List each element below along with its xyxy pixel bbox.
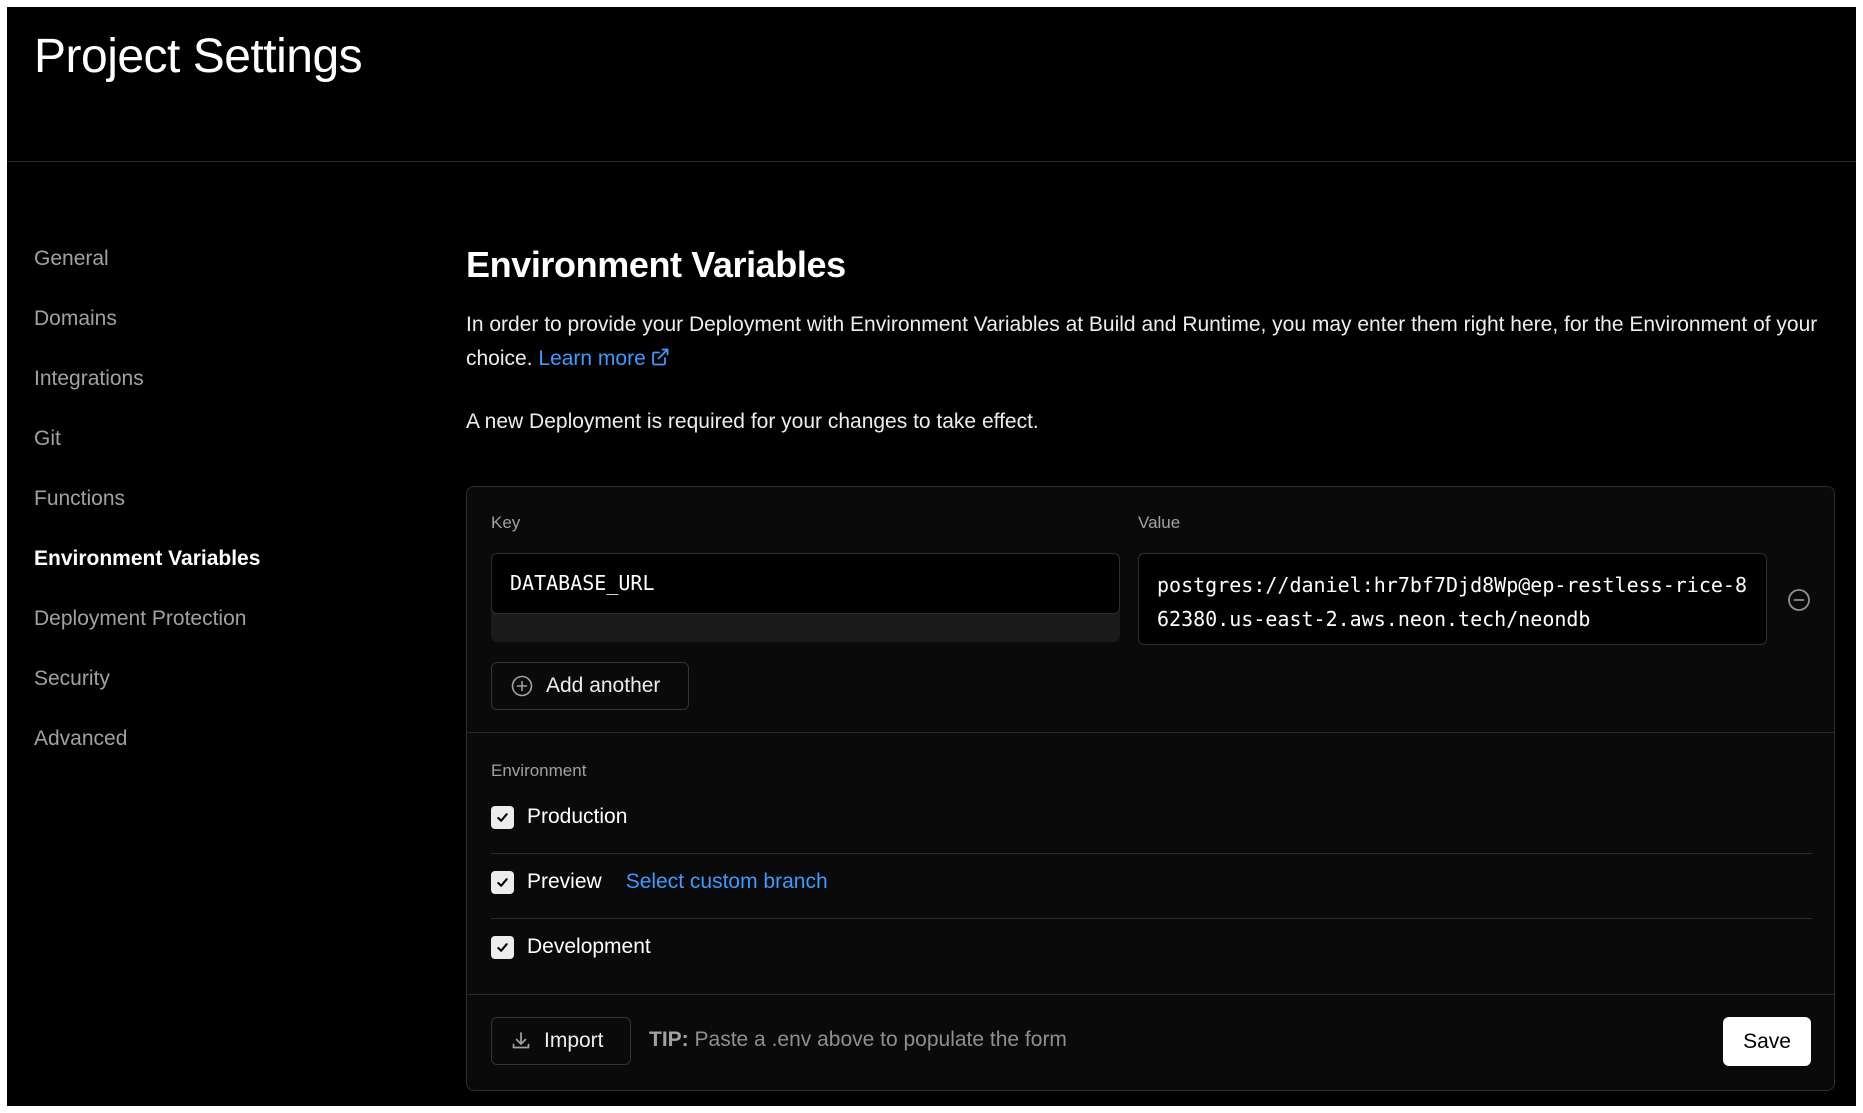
sidebar-item-general[interactable]: General [34, 244, 374, 304]
key-label: Key [491, 513, 521, 532]
select-custom-branch-link[interactable]: Select custom branch [626, 870, 828, 894]
save-button[interactable]: Save [1723, 1017, 1811, 1066]
sidebar-item-security[interactable]: Security [34, 664, 374, 724]
key-input[interactable]: DATABASE_URL [491, 553, 1120, 614]
production-label: Production [527, 805, 628, 828]
development-label: Development [527, 935, 651, 958]
production-checkbox[interactable] [491, 805, 514, 829]
checkmark-icon [497, 877, 508, 887]
main-content: Environment Variables In order to provid… [466, 242, 1836, 1091]
learn-more-label: Learn more [538, 347, 646, 370]
value-input[interactable]: postgres://daniel:hr7bf7Djd8Wp@ep-restle… [1138, 553, 1767, 645]
learn-more-link[interactable]: Learn more [538, 347, 669, 370]
form-divider-top [467, 732, 1834, 733]
preview-label: Preview [527, 870, 602, 893]
plus-circle-icon [511, 675, 533, 697]
preview-checkbox[interactable] [491, 870, 514, 894]
tip-text: Paste a .env above to populate the form [694, 1028, 1067, 1051]
sidebar-item-deployment-protection[interactable]: Deployment Protection [34, 604, 374, 664]
env-row-production: Production [491, 801, 627, 833]
form-divider-bottom [467, 994, 1834, 995]
environment-label: Environment [491, 761, 587, 780]
checkmark-icon [497, 812, 508, 822]
tip-prefix: TIP: [649, 1028, 689, 1051]
sidebar-item-functions[interactable]: Functions [34, 484, 374, 544]
deployment-notice: A new Deployment is required for your ch… [466, 410, 1039, 433]
env-row-separator [491, 853, 1812, 854]
checkmark-icon [497, 942, 508, 952]
env-row-preview: Preview Select custom branch [491, 866, 828, 898]
sidebar-item-domains[interactable]: Domains [34, 304, 374, 364]
page-title: Project Settings [34, 30, 363, 83]
sidebar-item-advanced[interactable]: Advanced [34, 724, 374, 784]
env-row-separator [491, 918, 1812, 919]
section-description: In order to provide your Deployment with… [466, 308, 1836, 376]
env-row-development: Development [491, 931, 651, 963]
env-var-form-card: Key Value DATABASE_URL postgres://daniel… [466, 486, 1835, 1091]
section-title: Environment Variables [466, 244, 846, 285]
import-tip: TIP: Paste a .env above to populate the … [649, 1028, 1067, 1052]
sidebar-item-environment-variables[interactable]: Environment Variables [34, 544, 374, 604]
external-link-icon [651, 348, 669, 366]
add-another-label: Add another [546, 674, 661, 697]
add-another-button[interactable]: Add another [491, 662, 689, 710]
value-label: Value [1138, 513, 1181, 532]
app-window: Project Settings General Domains Integra… [7, 7, 1856, 1106]
development-checkbox[interactable] [491, 935, 514, 959]
remove-circle-icon[interactable] [1786, 587, 1812, 613]
settings-sidebar: General Domains Integrations Git Functio… [34, 244, 374, 784]
page-header: Project Settings [7, 7, 1856, 162]
sidebar-item-git[interactable]: Git [34, 424, 374, 484]
import-label: Import [544, 1029, 604, 1052]
import-button[interactable]: Import [491, 1017, 631, 1065]
sidebar-item-integrations[interactable]: Integrations [34, 364, 374, 424]
download-icon [512, 1032, 530, 1049]
